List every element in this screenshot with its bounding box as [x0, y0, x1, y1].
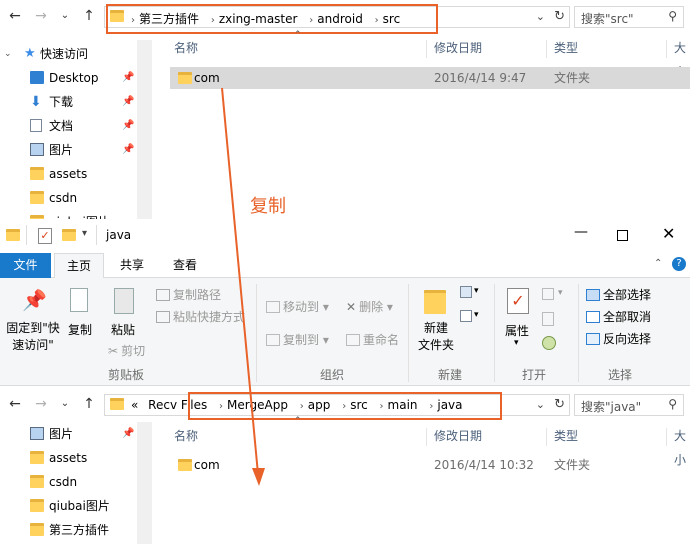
arrow-shaft — [221, 87, 259, 475]
arrow-head — [252, 468, 265, 486]
copy-direction-arrow — [221, 87, 265, 486]
